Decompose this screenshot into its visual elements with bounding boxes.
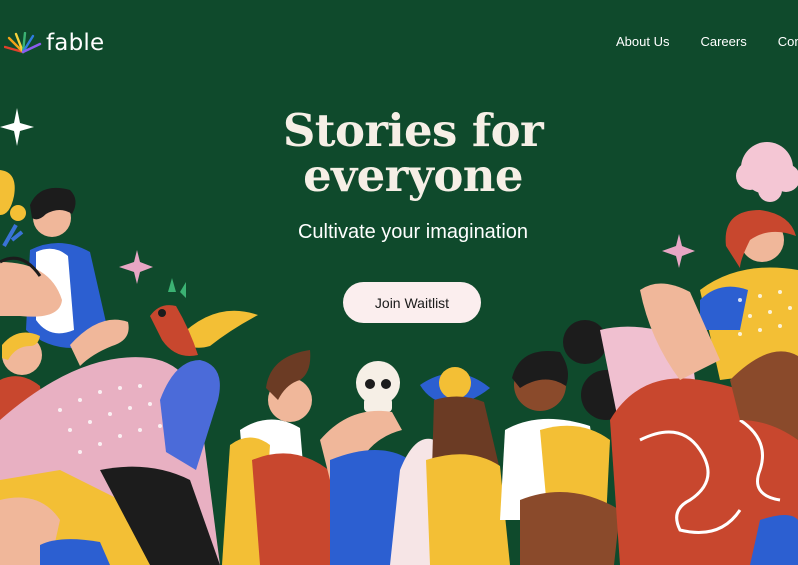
sparkle-star-icon — [119, 250, 153, 284]
join-waitlist-button[interactable]: Join Waitlist — [343, 282, 481, 323]
hero-headline: Stories for everyone — [0, 108, 798, 198]
bird-illustration — [150, 278, 258, 356]
skull-illustration — [356, 361, 400, 412]
blue-shape — [40, 539, 110, 565]
hero-section: Stories for everyone Cultivate your imag… — [0, 108, 798, 244]
person-with-hat-illustration — [420, 367, 510, 565]
headline-line-2: everyone — [303, 149, 523, 202]
hero-subheadline: Cultivate your imagination — [297, 221, 529, 243]
